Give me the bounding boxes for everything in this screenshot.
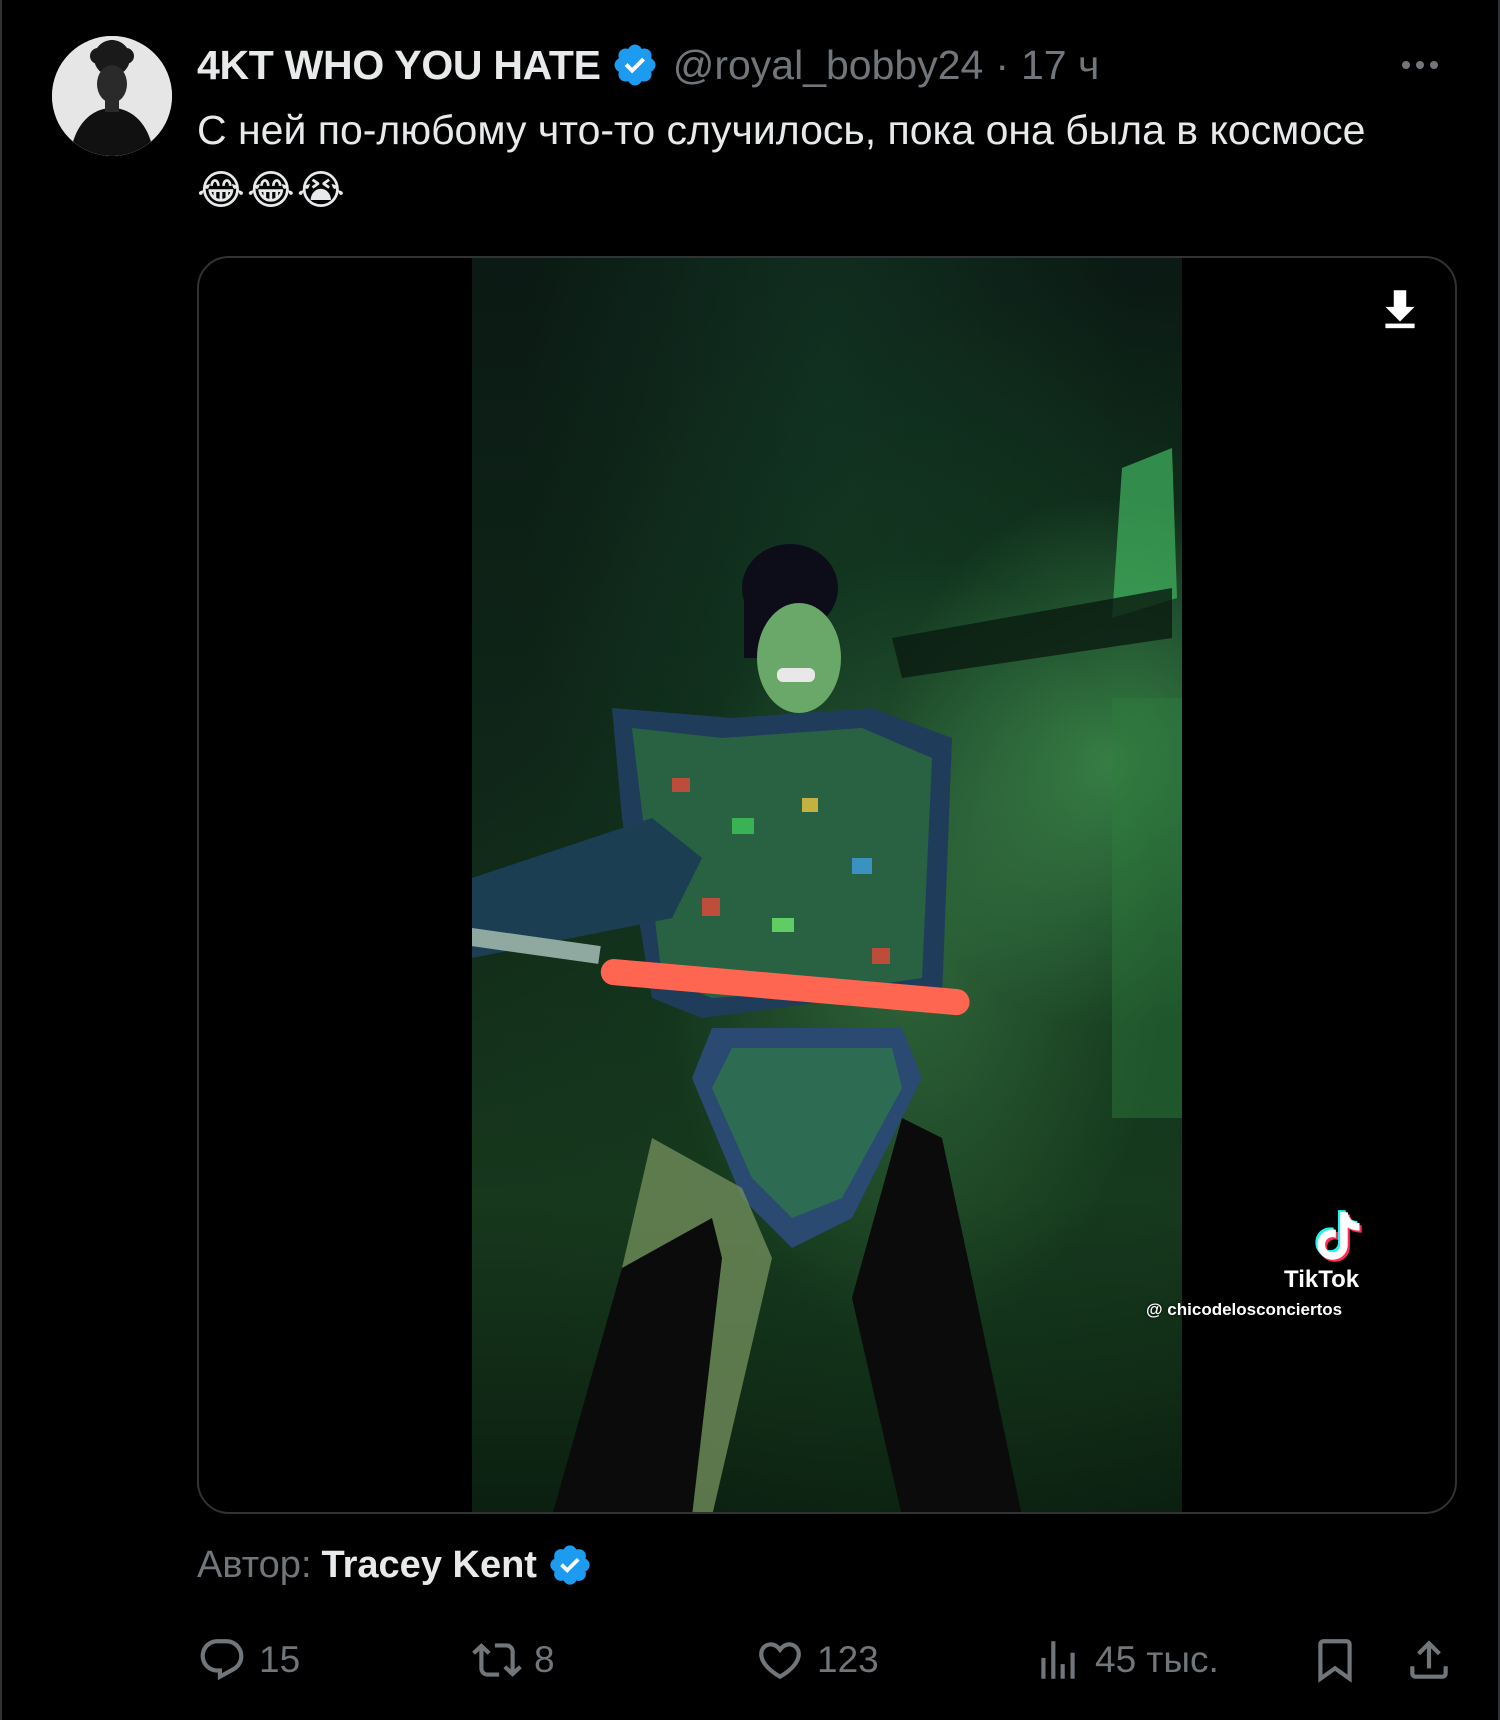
more-options-button[interactable] <box>1390 40 1450 90</box>
views-button[interactable]: 45 тыс. <box>1033 1630 1219 1690</box>
like-count: 123 <box>817 1639 879 1680</box>
tweet-card[interactable]: 4KT WHO YOU HATE @royal_bobby24 · 17 ч С… <box>0 0 1500 1720</box>
repost-icon <box>472 1643 522 1677</box>
bookmark-button[interactable] <box>1310 1630 1360 1690</box>
author-handle[interactable]: @royal_bobby24 <box>673 42 984 89</box>
download-button[interactable] <box>1375 284 1425 334</box>
attribution-label: Автор: <box>197 1543 312 1586</box>
repost-count: 8 <box>534 1639 555 1680</box>
views-count: 45 тыс. <box>1095 1639 1219 1680</box>
tweet-text: С ней по-любому что-то случилось, пока о… <box>197 100 1397 220</box>
share-icon <box>1410 1640 1448 1679</box>
tweet-text-emojis: 😂😂😭 <box>197 167 347 213</box>
views-icon <box>1041 1641 1075 1679</box>
repost-button[interactable]: 8 <box>472 1630 555 1690</box>
video-player[interactable] <box>472 258 1182 1512</box>
author-avatar[interactable] <box>52 36 172 156</box>
tweet-actions: 15 8 123 45 тыс. <box>197 1630 1457 1690</box>
tweet-header: 4KT WHO YOU HATE @royal_bobby24 · 17 ч <box>197 40 1099 90</box>
reply-button[interactable]: 15 <box>197 1630 300 1690</box>
author-display-name[interactable]: 4KT WHO YOU HATE <box>197 42 601 89</box>
download-icon <box>1385 290 1415 329</box>
verified-badge-icon[interactable] <box>611 41 659 89</box>
tweet-timestamp[interactable]: 17 ч <box>1021 42 1099 89</box>
verified-badge-icon[interactable] <box>547 1542 593 1588</box>
tiktok-watermark: TikTok @ chicodelosconciertos <box>1134 1208 1394 1319</box>
tiktok-brand-label: TikTok <box>1284 1266 1360 1293</box>
like-button[interactable]: 123 <box>755 1630 879 1690</box>
share-button[interactable] <box>1404 1630 1454 1690</box>
video-frame-image <box>472 448 1182 1512</box>
bookmark-icon <box>1318 1639 1352 1683</box>
more-horizontal-icon <box>1402 61 1438 69</box>
attribution-name[interactable]: Tracey Kent <box>322 1544 537 1587</box>
reply-icon <box>200 1639 244 1681</box>
media-container[interactable]: TikTok @ chicodelosconciertos <box>197 256 1457 1514</box>
heart-icon <box>759 1642 801 1680</box>
avatar-image <box>52 36 172 156</box>
tiktok-username: @ chicodelosconciertos <box>1146 1300 1343 1319</box>
reply-count: 15 <box>259 1639 301 1680</box>
separator-dot: · <box>995 41 1009 88</box>
media-attribution: Автор: Tracey Kent <box>197 1540 593 1590</box>
tiktok-logo-icon <box>1315 1210 1362 1262</box>
tweet-text-body: С ней по-любому что-то случилось, пока о… <box>197 107 1366 153</box>
